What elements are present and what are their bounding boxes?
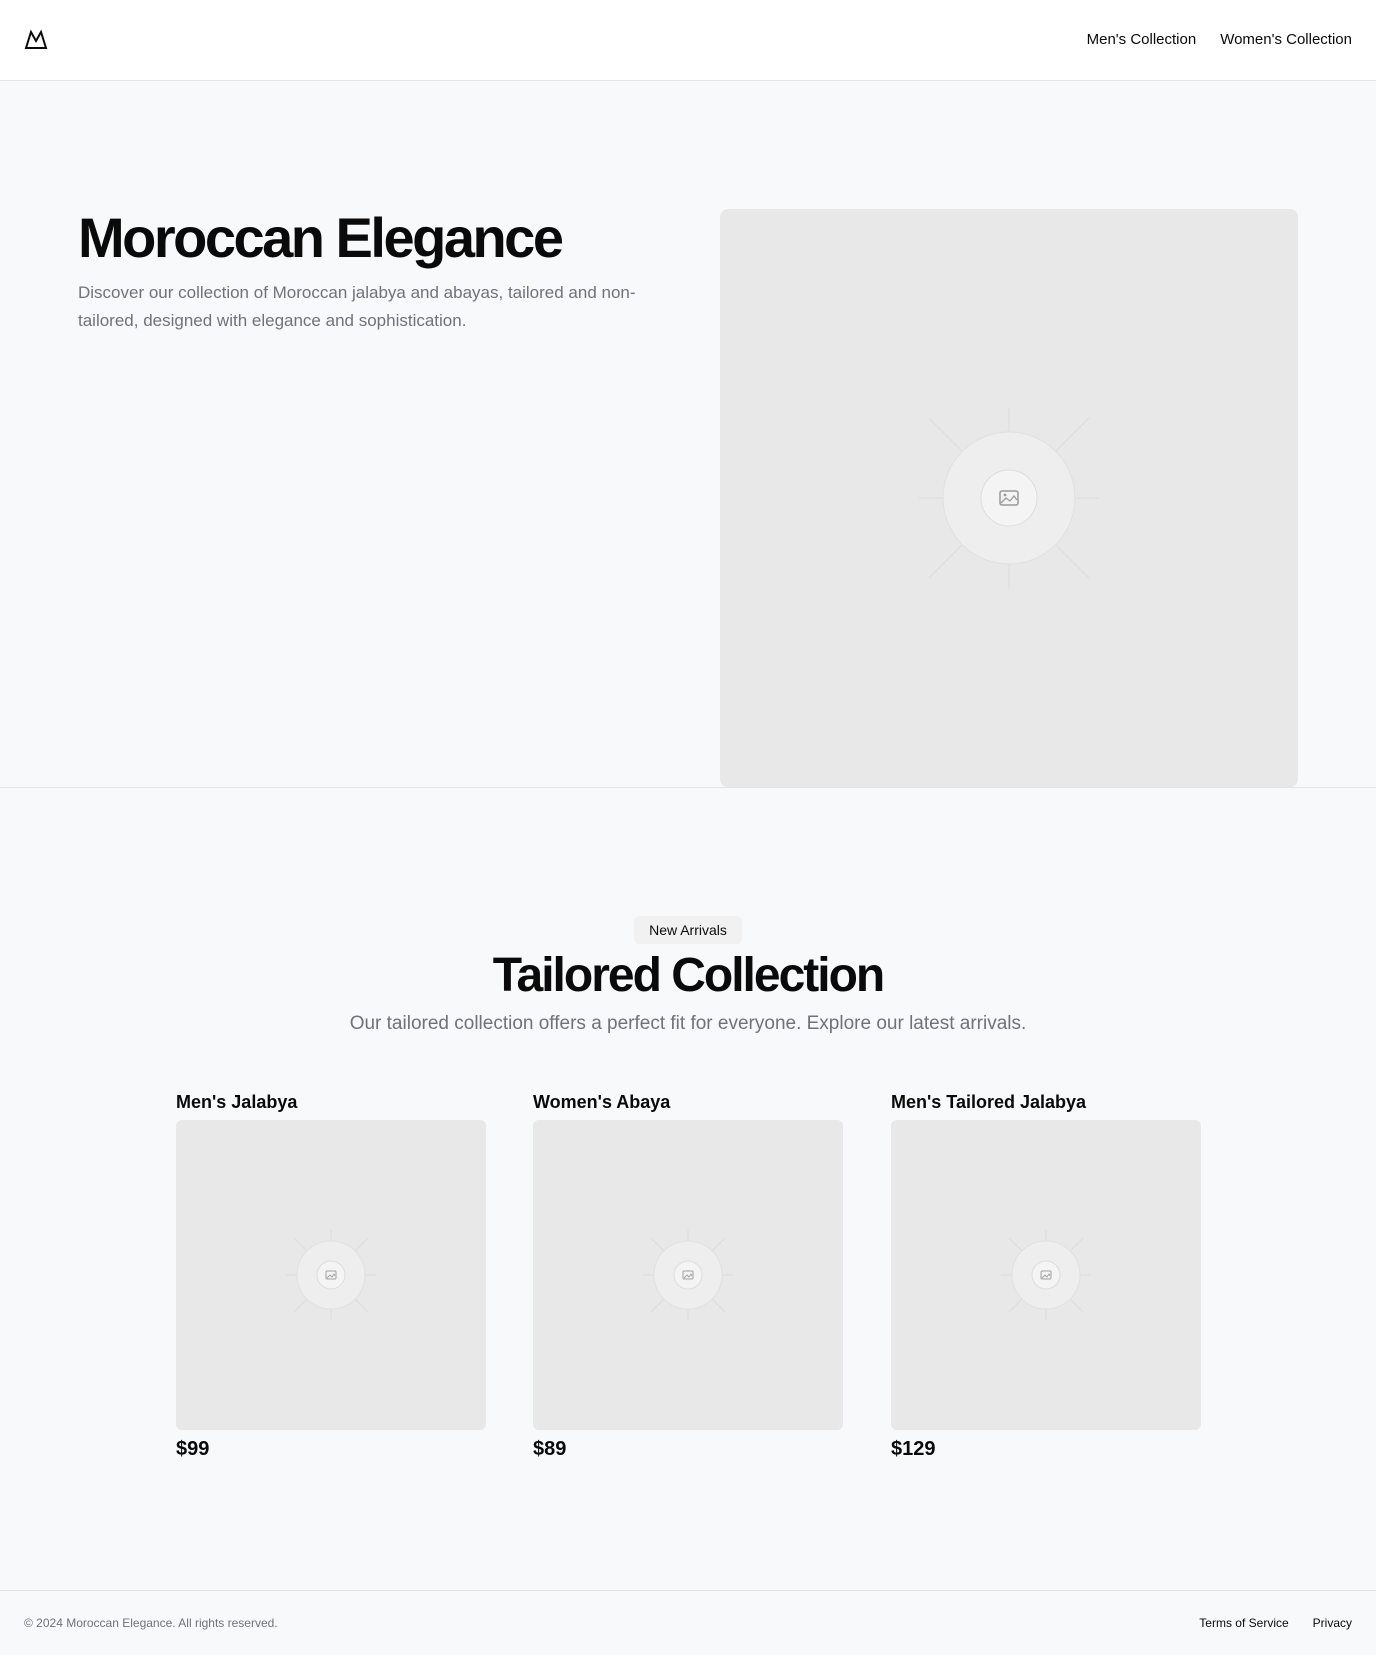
product-card[interactable]: Women's Abaya $89: [533, 1090, 843, 1462]
product-name: Women's Abaya: [533, 1092, 671, 1112]
site-footer: © 2024 Moroccan Elegance. All rights res…: [0, 1590, 1376, 1655]
footer-link-privacy[interactable]: Privacy: [1313, 1615, 1352, 1631]
product-image: [176, 1120, 486, 1430]
image-placeholder-icon: [919, 408, 1099, 588]
product-card[interactable]: Men's Jalabya $99: [176, 1090, 486, 1462]
product-name: Men's Jalabya: [176, 1092, 298, 1112]
product-image: [533, 1120, 843, 1430]
new-arrivals-badge: New Arrivals: [634, 916, 742, 944]
product-card[interactable]: Men's Tailored Jalabya $129: [891, 1090, 1201, 1462]
footer-nav: Terms of Service Privacy: [1199, 1615, 1352, 1631]
product-price: $129: [891, 1438, 936, 1460]
image-placeholder-icon: [1001, 1230, 1091, 1320]
collection-title: Tailored Collection: [492, 949, 885, 1002]
collection-subtitle: Our tailored collection offers a perfect…: [349, 1013, 1027, 1034]
footer-link-terms[interactable]: Terms of Service: [1199, 1615, 1288, 1631]
product-name: Men's Tailored Jalabya: [891, 1092, 1087, 1112]
hero-description: Discover our collection of Moroccan jala…: [78, 283, 636, 330]
nav-link-mens-collection[interactable]: Men's Collection: [1087, 28, 1197, 52]
site-header: Men's Collection Women's Collection: [0, 0, 1376, 81]
product-price: $89: [533, 1438, 567, 1460]
main-nav: Men's Collection Women's Collection: [1087, 28, 1352, 52]
hero-image: [720, 209, 1298, 787]
image-placeholder-icon: [643, 1230, 733, 1320]
nav-link-womens-collection[interactable]: Women's Collection: [1220, 28, 1352, 52]
product-image: [891, 1120, 1201, 1430]
hero-section: Moroccan Elegance Discover our collectio…: [0, 81, 1376, 788]
image-placeholder-icon: [286, 1230, 376, 1320]
copyright-text: © 2024 Moroccan Elegance. All rights res…: [24, 1616, 278, 1630]
mountain-logo-icon[interactable]: [24, 28, 48, 52]
product-price: $99: [176, 1438, 210, 1460]
hero-title: Moroccan Elegance: [78, 206, 564, 269]
